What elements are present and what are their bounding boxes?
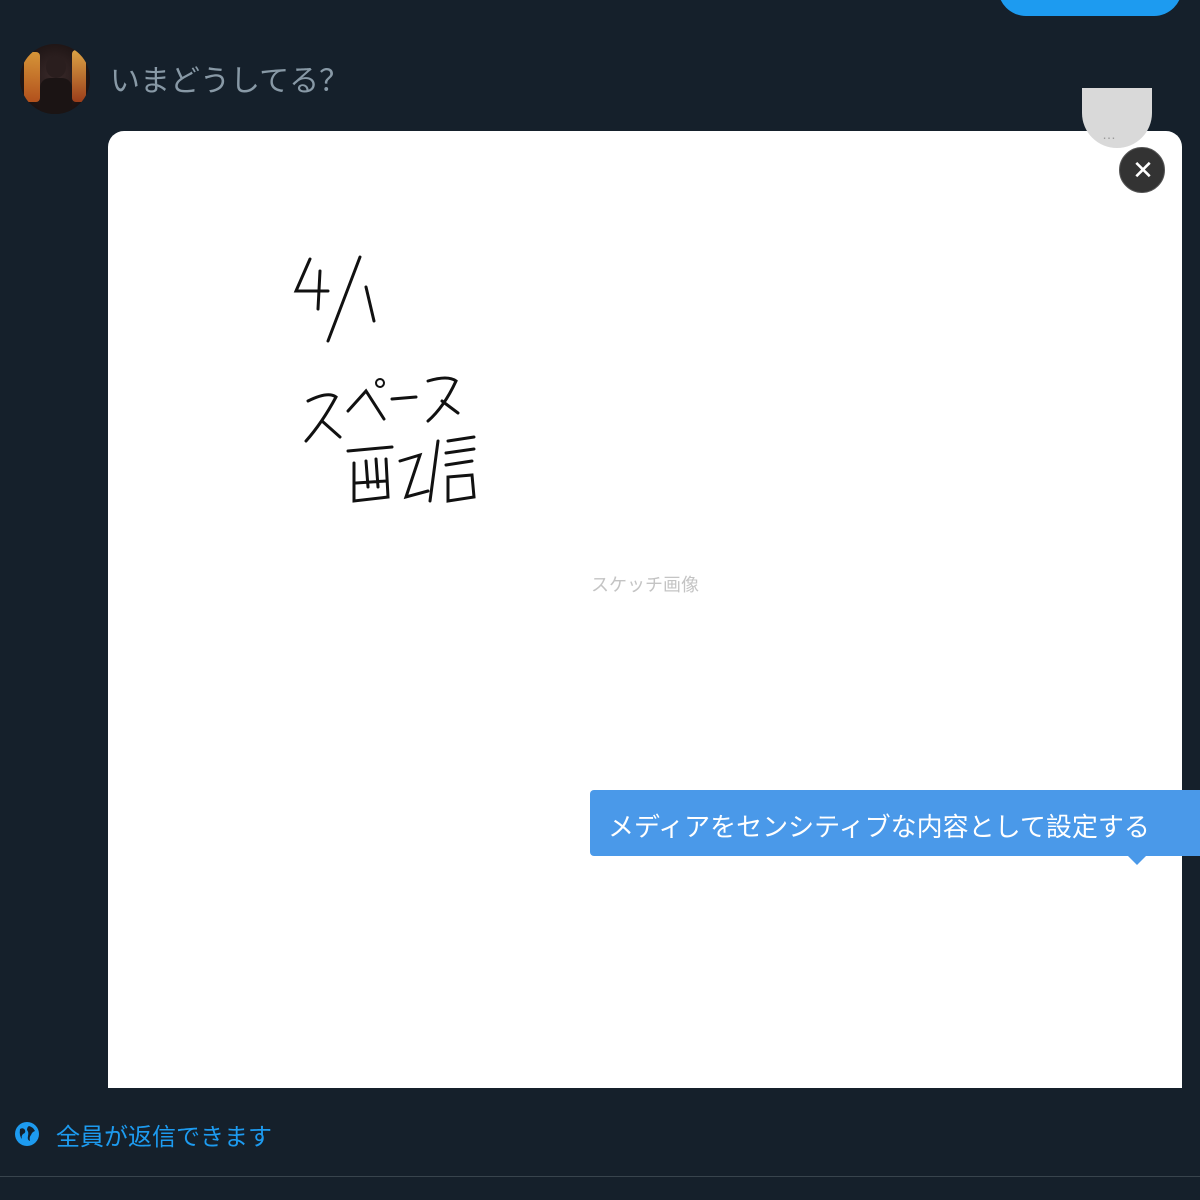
handwritten-date-note	[293, 255, 476, 503]
tooltip-arrow	[1128, 856, 1146, 865]
avatar-person-head	[46, 56, 66, 78]
attached-media-image[interactable]: スケッチ画像	[108, 131, 1182, 1088]
reply-settings-bar: 全員が返信できます	[0, 1088, 1200, 1177]
tweet-button[interactable]	[998, 0, 1182, 16]
tooltip-text: メディアをセンシティブな内容として設定する	[608, 813, 1150, 843]
avatar-light-left	[24, 52, 40, 102]
more-icon: …	[1102, 126, 1118, 142]
media-image-placeholder: スケッチ画像	[591, 575, 699, 596]
remove-media-button[interactable]: ✕	[1119, 147, 1165, 193]
sensitive-media-tooltip: メディアをセンシティブな内容として設定する	[590, 790, 1200, 865]
globe-icon	[15, 1122, 39, 1146]
tweet-composer-input[interactable]	[110, 56, 810, 106]
cropped-header-text	[28, 0, 158, 6]
avatar[interactable]	[20, 44, 90, 114]
reply-setting-button[interactable]: 全員が返信できます	[14, 1118, 272, 1151]
avatar-light-right	[72, 50, 86, 102]
reply-setting-label: 全員が返信できます	[56, 1122, 272, 1151]
close-icon: ✕	[1132, 156, 1154, 186]
avatar-person-body	[40, 78, 72, 114]
